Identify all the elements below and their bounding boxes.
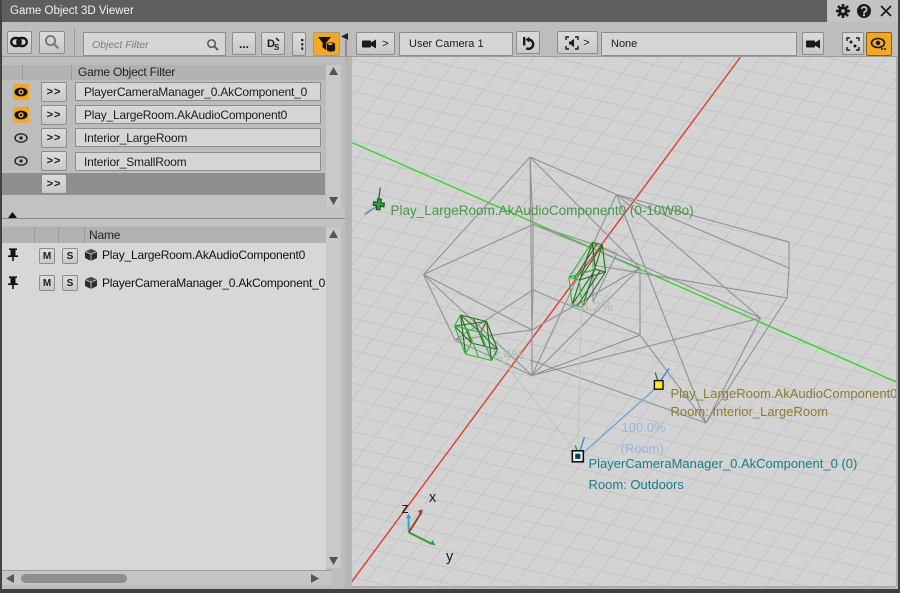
- svg-text:Room: Interior_LargeRoom: Room: Interior_LargeRoom: [671, 404, 829, 419]
- svg-text:PlayerCameraManager_0.AkCompon: PlayerCameraManager_0.AkComponent_0 (0): [589, 456, 858, 471]
- svg-text:6.2%: 6.2%: [581, 298, 613, 314]
- svg-text:2.4%: 2.4%: [492, 346, 524, 362]
- svg-text:S: S: [274, 43, 280, 51]
- svg-text:Play_LargeRoom.AkAudioComponen: Play_LargeRoom.AkAudioComponent0: [671, 386, 897, 401]
- svg-text:Room: Outdoors: Room: Outdoors: [589, 477, 685, 492]
- svg-text:100.0%: 100.0%: [622, 420, 667, 435]
- svg-text:x: x: [429, 490, 437, 506]
- svg-text:Play_LargeRoom.AkAudioComponen: Play_LargeRoom.AkAudioComponent0 (0-10W8…: [391, 203, 694, 218]
- svg-text:z: z: [402, 501, 409, 517]
- svg-text:(Room): (Room): [621, 441, 664, 456]
- svg-text:y: y: [446, 549, 454, 565]
